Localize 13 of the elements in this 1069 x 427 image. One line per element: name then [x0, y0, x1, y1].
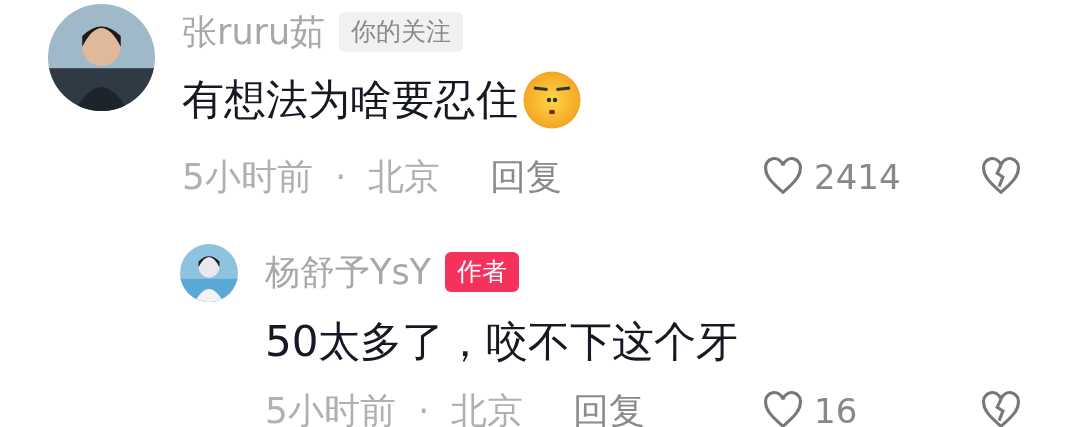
reply-link[interactable]: 回复	[490, 150, 563, 204]
username[interactable]: 杨舒予YsY	[265, 250, 431, 294]
timestamp: 5小时前	[182, 155, 313, 199]
user-tag: 作者	[445, 252, 519, 292]
username[interactable]: 张ruru茹	[182, 10, 326, 54]
location: 北京	[368, 155, 441, 199]
like-count: 16	[814, 389, 858, 427]
user-tag: 你的关注	[339, 12, 464, 52]
comment-text: 有想法为啥要忍住	[182, 74, 518, 126]
separator-dot: ·	[334, 155, 347, 199]
comment-text: 50太多了，咬不下这个牙	[265, 316, 739, 368]
separator-dot: ·	[417, 389, 430, 427]
like-count: 2414	[814, 155, 901, 199]
